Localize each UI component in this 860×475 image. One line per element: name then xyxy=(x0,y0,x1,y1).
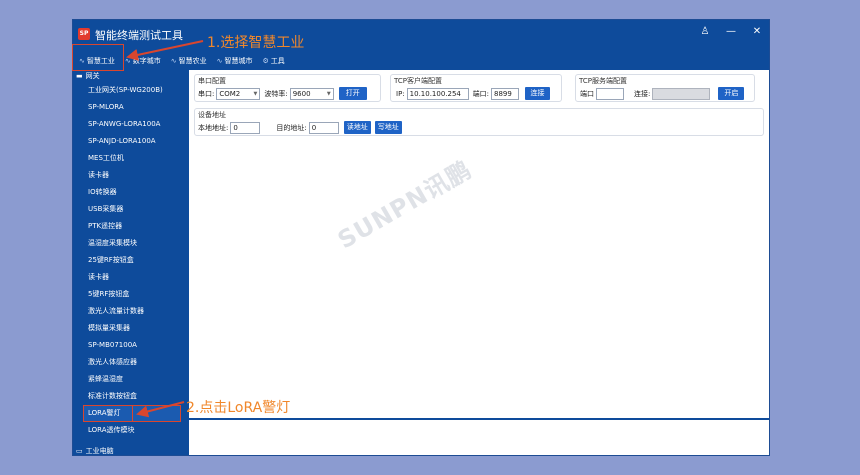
arrow-to-lora xyxy=(136,401,185,418)
annotation-arrows xyxy=(126,40,204,418)
arrow-to-menu xyxy=(126,40,204,61)
